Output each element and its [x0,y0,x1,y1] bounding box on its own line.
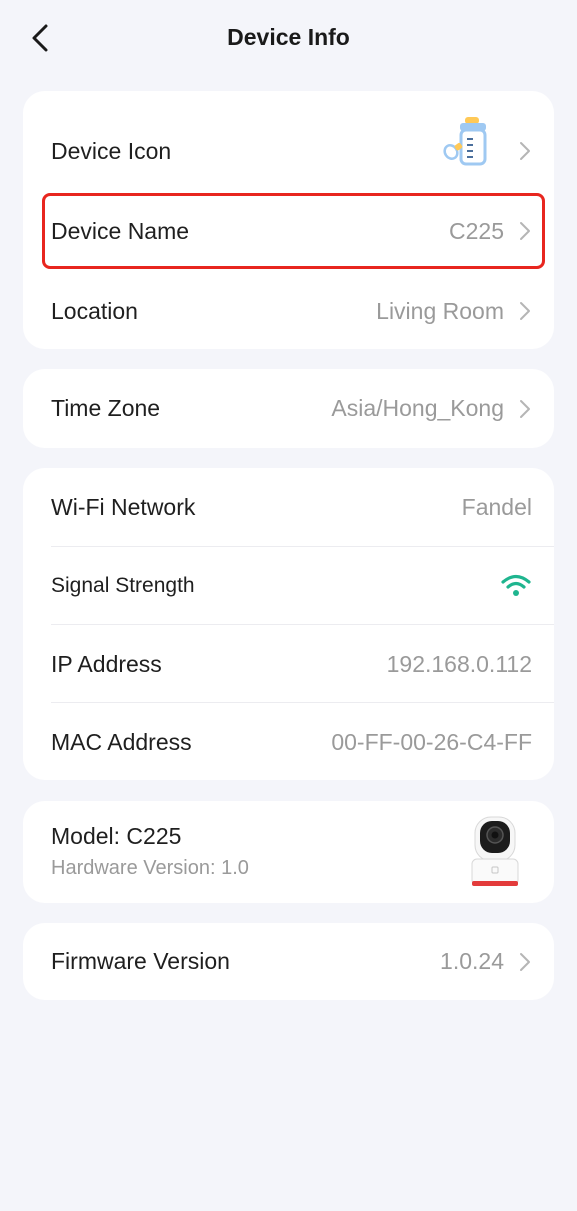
firmware-version-row[interactable]: Firmware Version 1.0.24 [23,923,554,1000]
location-value: Living Room [376,297,504,324]
device-name-label: Device Name [51,217,190,244]
ip-address-value: 192.168.0.112 [386,650,532,677]
baby-bottle-icon [443,117,487,166]
mac-address-row: MAC Address 00-FF-00-26-C4-FF [23,703,554,781]
firmware-version-label: Firmware Version [51,948,230,974]
signal-strength-label: Signal Strength [51,574,195,597]
firmware-version-value: 1.0.24 [440,948,504,974]
device-name-row[interactable]: Device Name C225 [23,193,554,269]
model-card: Model: C225 Hardware Version: 1.0 [23,801,554,903]
location-row[interactable]: Location Living Room [23,273,554,349]
model-name: Model: C225 [51,823,182,849]
page-title: Device Info [227,24,350,50]
time-zone-row[interactable]: Time Zone Asia/Hong_Kong [23,369,554,448]
device-name-value: C225 [449,217,504,244]
time-zone-label: Time Zone [51,395,161,421]
header-bar: Device Info [0,0,577,78]
mac-address-label: MAC Address [51,728,192,755]
device-icon-label: Device Icon [51,137,172,164]
ip-address-label: IP Address [51,650,162,677]
chevron-right-icon [520,142,530,160]
wifi-signal-icon [501,574,531,596]
device-basic-card: Device Icon Device Name C225 Location Li… [23,91,554,349]
wifi-network-value: Fandel [461,493,532,520]
signal-strength-row: Signal Strength [23,547,554,625]
wifi-network-label: Wi-Fi Network [51,493,196,520]
time-zone-value: Asia/Hong_Kong [331,395,504,421]
chevron-right-icon [520,952,530,971]
hardware-version: Hardware Version: 1.0 [51,857,249,879]
location-label: Location [51,297,138,324]
firmware-card: Firmware Version 1.0.24 [23,923,554,1000]
chevron-right-icon [520,399,530,418]
ip-address-row: IP Address 192.168.0.112 [23,625,554,703]
time-zone-card: Time Zone Asia/Hong_Kong [23,369,554,448]
chevron-right-icon [520,302,530,320]
mac-address-value: 00-FF-00-26-C4-FF [331,728,532,755]
network-card: Wi-Fi Network Fandel Signal Strength IP … [23,468,554,780]
wifi-network-row: Wi-Fi Network Fandel [23,468,554,546]
chevron-right-icon [520,222,530,240]
camera-product-image [471,816,519,886]
